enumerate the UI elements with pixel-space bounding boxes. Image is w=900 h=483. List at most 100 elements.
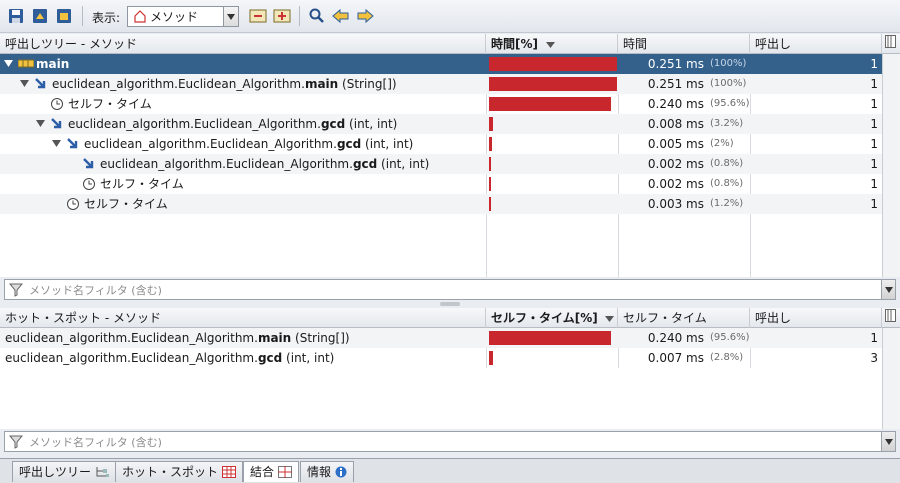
- time-percent: (3.2%): [710, 118, 744, 129]
- column-time-percent[interactable]: 時間[%]: [486, 34, 618, 54]
- table-icon: [222, 466, 237, 478]
- expand-toggle-icon[interactable]: [36, 120, 45, 128]
- method-name: main: [36, 57, 70, 71]
- tab-hot-spots[interactable]: ホット・スポット: [115, 461, 244, 482]
- tree-row[interactable]: セルフ・タイム 0.240 ms (95.6%) 1: [0, 94, 882, 114]
- hotspot-panel: ホット・スポット - メソッド セルフ・タイム[%] セルフ・タイム 呼出し e…: [0, 308, 900, 429]
- snapshot-icon[interactable]: [54, 6, 74, 26]
- calls-value: 1: [870, 157, 878, 171]
- time-value: 0.005 ms: [647, 137, 704, 151]
- view-label: 表示:: [92, 11, 121, 25]
- time-value: 0.251 ms: [647, 77, 704, 91]
- column-self-time-percent[interactable]: セルフ・タイム[%]: [486, 308, 618, 328]
- forward-icon[interactable]: [355, 6, 375, 26]
- column-chooser-icon[interactable]: [882, 308, 900, 328]
- sort-desc-icon: [604, 316, 614, 322]
- time-bar: [489, 57, 617, 71]
- calls-value: 1: [870, 117, 878, 131]
- calls-value: 1: [870, 331, 878, 345]
- clock-icon: [83, 178, 95, 190]
- self-time-bar: [489, 351, 493, 365]
- chevron-down-icon[interactable]: [881, 432, 895, 451]
- calls-value: 1: [870, 137, 878, 151]
- time-bar: [489, 177, 491, 191]
- filter-placeholder[interactable]: メソッド名フィルタ (含む): [25, 434, 881, 450]
- view-tabs: 呼出しツリー ホット・スポット 結合 情報: [0, 458, 900, 483]
- method-name: セルフ・タイム: [100, 177, 184, 191]
- time-value: 0.240 ms: [647, 97, 704, 111]
- chevron-down-icon[interactable]: [223, 7, 238, 26]
- toolbar: 表示: メソッド: [0, 0, 900, 33]
- expand-toggle-icon[interactable]: [20, 80, 29, 88]
- method-name: euclidean_algorithm.Euclidean_Algorithm.…: [5, 331, 350, 345]
- self-time-value: 0.240 ms: [647, 331, 704, 345]
- tree-row[interactable]: euclidean_algorithm.Euclidean_Algorithm.…: [0, 154, 882, 174]
- tree-row[interactable]: euclidean_algorithm.Euclidean_Algorithm.…: [0, 74, 882, 94]
- hotspot-row[interactable]: euclidean_algorithm.Euclidean_Algorithm.…: [0, 328, 882, 348]
- tree-row[interactable]: main 0.251 ms (100%) 1: [0, 54, 882, 74]
- column-chooser-icon[interactable]: [882, 34, 900, 54]
- tree-icon: [96, 467, 110, 477]
- time-percent: (0.8%): [710, 178, 744, 189]
- column-calls[interactable]: 呼出し: [750, 34, 882, 54]
- tab-combined[interactable]: 結合: [243, 461, 300, 482]
- call-tree-panel: 呼出しツリー - メソッド 時間[%] 時間 呼出し main 0.251 ms (…: [0, 34, 900, 277]
- calls-value: 1: [870, 77, 878, 91]
- expand-icon[interactable]: [272, 6, 292, 26]
- time-bar: [489, 137, 492, 151]
- column-method[interactable]: 呼出しツリー - メソッド: [0, 34, 486, 54]
- time-percent: (2%): [710, 138, 734, 149]
- view-combo[interactable]: メソッド: [127, 6, 239, 27]
- time-percent: (95.6%): [710, 98, 750, 109]
- filter-icon: [9, 435, 24, 449]
- hotspot-row[interactable]: euclidean_algorithm.Euclidean_Algorithm.…: [0, 348, 882, 368]
- thread-icon: [18, 59, 34, 68]
- tab-info[interactable]: 情報: [300, 461, 355, 482]
- clock-icon: [67, 198, 79, 210]
- expand-toggle-icon[interactable]: [4, 60, 13, 68]
- calls-value: 1: [870, 57, 878, 71]
- expand-toggle-icon[interactable]: [52, 140, 61, 148]
- method-icon: [35, 78, 46, 89]
- hotspot-filter[interactable]: メソッド名フィルタ (含む): [4, 431, 896, 452]
- self-time-percent: (95.6%): [710, 332, 750, 343]
- time-bar: [489, 157, 491, 171]
- tree-row[interactable]: euclidean_algorithm.Euclidean_Algorithm.…: [0, 134, 882, 154]
- tree-row[interactable]: セルフ・タイム 0.003 ms (1.2%) 1: [0, 194, 882, 214]
- call-tree-filter[interactable]: メソッド名フィルタ (含む): [4, 279, 896, 300]
- column-time[interactable]: 時間: [618, 34, 750, 54]
- column-calls[interactable]: 呼出し: [750, 308, 882, 328]
- calls-value: 1: [870, 97, 878, 111]
- column-method[interactable]: ホット・スポット - メソッド: [0, 308, 486, 328]
- time-bar: [489, 117, 493, 131]
- time-value: 0.003 ms: [647, 197, 704, 211]
- export-icon[interactable]: [30, 6, 50, 26]
- split-handle[interactable]: [440, 302, 460, 306]
- tree-row[interactable]: セルフ・タイム 0.002 ms (0.8%) 1: [0, 174, 882, 194]
- column-self-time[interactable]: セルフ・タイム: [618, 308, 750, 328]
- back-icon[interactable]: [331, 6, 351, 26]
- time-value: 0.008 ms: [647, 117, 704, 131]
- scrollbar[interactable]: [882, 54, 900, 277]
- time-bar: [489, 97, 611, 111]
- method-icon: [83, 158, 94, 169]
- calls-value: 1: [870, 177, 878, 191]
- sort-desc-icon: [546, 42, 556, 48]
- method-name: セルフ・タイム: [84, 197, 168, 211]
- calls-value: 3: [870, 351, 878, 365]
- collapse-icon[interactable]: [248, 6, 268, 26]
- filter-placeholder[interactable]: メソッド名フィルタ (含む): [25, 282, 881, 298]
- info-icon: [335, 466, 347, 478]
- tab-call-tree[interactable]: 呼出しツリー: [12, 461, 117, 482]
- chevron-down-icon[interactable]: [881, 280, 895, 299]
- self-time-value: 0.007 ms: [647, 351, 704, 365]
- scrollbar[interactable]: [882, 328, 900, 429]
- save-icon[interactable]: [6, 6, 26, 26]
- search-icon[interactable]: [307, 6, 327, 26]
- tree-row[interactable]: euclidean_algorithm.Euclidean_Algorithm.…: [0, 114, 882, 134]
- hotspot-header: ホット・スポット - メソッド セルフ・タイム[%] セルフ・タイム 呼出し: [0, 308, 900, 328]
- time-value: 0.251 ms: [647, 57, 704, 71]
- clock-icon: [51, 98, 63, 110]
- method-icon: [51, 118, 62, 129]
- filter-icon: [9, 283, 24, 297]
